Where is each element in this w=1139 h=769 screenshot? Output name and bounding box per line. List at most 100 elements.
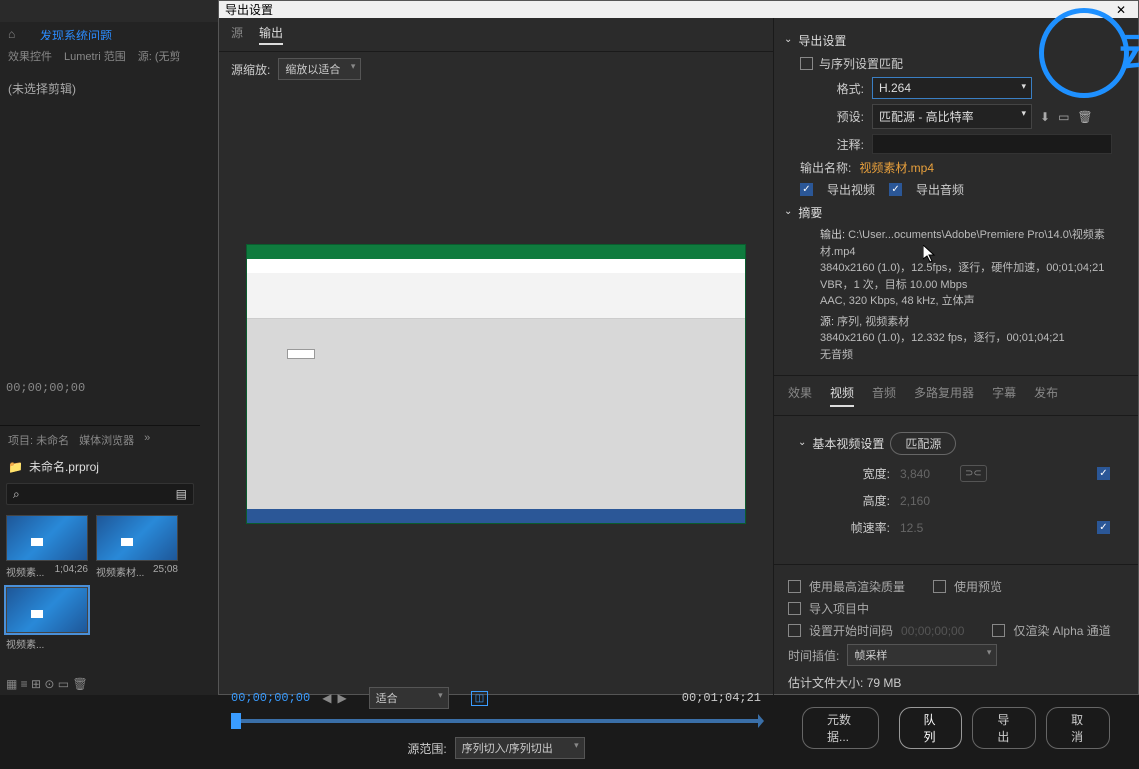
width-value[interactable]: 3,840 bbox=[900, 467, 930, 481]
max-render-label: 使用最高渲染质量 bbox=[809, 578, 905, 595]
start-tc-label: 设置开始时间码 bbox=[809, 622, 893, 639]
project-search[interactable]: ⌕ ▤ bbox=[6, 483, 194, 505]
more-tabs[interactable]: » bbox=[144, 432, 150, 448]
source-scale-dropdown[interactable]: 缩放以适合 bbox=[278, 58, 361, 80]
preview-tab-output[interactable]: 输出 bbox=[259, 24, 283, 45]
tab-audio[interactable]: 音频 bbox=[872, 384, 896, 407]
est-size-label: 估计文件大小: bbox=[788, 676, 863, 690]
import-preset-icon[interactable]: ⬇ bbox=[1040, 110, 1050, 124]
match-source-button[interactable]: 匹配源 bbox=[890, 432, 956, 455]
dialog-titlebar[interactable]: 导出设置 ✕ bbox=[219, 1, 1138, 18]
max-render-checkbox[interactable] bbox=[788, 580, 801, 593]
timecode-out[interactable]: 00;01;04;21 bbox=[682, 691, 761, 705]
output-name-link[interactable]: 视频素材.mp4 bbox=[859, 159, 934, 176]
alpha-only-label: 仅渲染 Alpha 通道 bbox=[1013, 622, 1110, 639]
clip-name: 视频素... bbox=[6, 636, 44, 651]
preset-dropdown[interactable]: 匹配源 - 高比特率 bbox=[872, 104, 1032, 129]
width-match-checkbox[interactable]: ✓ bbox=[1097, 467, 1110, 480]
project-filename: 未命名.prproj bbox=[29, 458, 99, 475]
cancel-button[interactable]: 取消 bbox=[1046, 707, 1110, 749]
output-name-label: 输出名称: bbox=[800, 159, 851, 176]
search-icon: ⌕ bbox=[13, 487, 20, 502]
export-audio-label: 导出音频 bbox=[916, 181, 964, 198]
width-label: 宽度: bbox=[848, 465, 890, 482]
clip-name: 视频素材... bbox=[96, 564, 144, 579]
alpha-only-checkbox[interactable] bbox=[992, 624, 1005, 637]
scrub-bar[interactable] bbox=[231, 719, 761, 723]
preview-tab-source[interactable]: 源 bbox=[231, 24, 243, 45]
tab-mux[interactable]: 多路复用器 bbox=[914, 384, 974, 407]
queue-button[interactable]: 队列 bbox=[899, 707, 963, 749]
match-sequence-checkbox[interactable] bbox=[800, 57, 813, 70]
fps-match-checkbox[interactable]: ✓ bbox=[1097, 521, 1110, 534]
clip-duration: 1;04;26 bbox=[55, 564, 88, 579]
no-clip-selected-label: (未选择剪辑) bbox=[0, 72, 218, 105]
tab-publish[interactable]: 发布 bbox=[1034, 384, 1058, 407]
panel-tab-source[interactable]: 源: (无剪 bbox=[138, 48, 181, 64]
source-scale-label: 源缩放: bbox=[231, 61, 270, 78]
tab-video[interactable]: 视频 bbox=[830, 384, 854, 407]
summary-block: 输出: C:\User...ocuments\Adobe\Premiere Pr… bbox=[820, 227, 1124, 363]
height-value[interactable]: 2,160 bbox=[900, 494, 930, 508]
preview-content bbox=[246, 244, 746, 524]
source-range-label: 源范围: bbox=[407, 740, 446, 757]
prev-frame-icon[interactable]: ◀ bbox=[322, 691, 331, 705]
import-project-label: 导入项目中 bbox=[809, 600, 869, 617]
project-clip[interactable]: 视频素... 1;04;26 bbox=[6, 515, 88, 579]
export-button[interactable]: 导出 bbox=[972, 707, 1036, 749]
comment-label: 注释: bbox=[814, 136, 864, 153]
tab-caption[interactable]: 字幕 bbox=[992, 384, 1016, 407]
dialog-title: 导出设置 bbox=[225, 1, 273, 18]
format-dropdown[interactable]: H.264 bbox=[872, 77, 1032, 99]
est-size-value: 79 MB bbox=[867, 676, 902, 690]
timecode-display: 00;00;00;00 bbox=[6, 381, 85, 395]
fps-label: 帧速率: bbox=[848, 519, 890, 536]
project-footer-icons[interactable]: ▦ ≡ ⊞ ⊙ ▭ 🗑 bbox=[6, 677, 194, 691]
metadata-button[interactable]: 元数据... bbox=[802, 707, 879, 749]
scrub-handle[interactable] bbox=[231, 713, 241, 729]
use-preview-label: 使用预览 bbox=[954, 578, 1002, 595]
source-range-dropdown[interactable]: 序列切入/序列切出 bbox=[455, 737, 585, 759]
link-dimensions-icon[interactable]: ⊃⊂ bbox=[960, 465, 987, 482]
tab-effects[interactable]: 效果 bbox=[788, 384, 812, 407]
export-settings-dialog: 导出设置 ✕ 源 输出 源缩放: 缩放以适合 bbox=[218, 0, 1139, 695]
summary-header[interactable]: 摘要 bbox=[784, 204, 1124, 221]
export-audio-checkbox[interactable]: ✓ bbox=[889, 183, 902, 196]
timecode-in[interactable]: 00;00;00;00 bbox=[231, 691, 310, 705]
project-tab[interactable]: 项目: 未命名 bbox=[8, 432, 69, 448]
clip-name: 视频素... bbox=[6, 564, 44, 579]
time-interp-label: 时间插值: bbox=[788, 647, 839, 664]
search-input[interactable] bbox=[20, 488, 176, 500]
format-label: 格式: bbox=[814, 80, 864, 97]
close-icon[interactable]: ✕ bbox=[1110, 3, 1132, 17]
time-interp-dropdown[interactable]: 帧采样 bbox=[847, 644, 997, 666]
panel-tab-effects[interactable]: 效果控件 bbox=[8, 48, 52, 64]
preview-viewport bbox=[219, 86, 773, 681]
export-settings-header[interactable]: 导出设置 bbox=[784, 32, 1124, 49]
media-browser-tab[interactable]: 媒体浏览器 bbox=[79, 432, 134, 448]
project-clip[interactable]: 视频素材... 25;08 bbox=[96, 515, 178, 579]
comment-input[interactable] bbox=[872, 134, 1112, 154]
match-sequence-label: 与序列设置匹配 bbox=[819, 55, 903, 72]
height-label: 高度: bbox=[848, 492, 890, 509]
preview-fit-dropdown[interactable]: 适合 bbox=[369, 687, 449, 709]
start-tc-value: 00;00;00;00 bbox=[901, 624, 964, 638]
export-video-checkbox[interactable]: ✓ bbox=[800, 183, 813, 196]
preset-label: 预设: bbox=[814, 108, 864, 125]
start-tc-checkbox[interactable] bbox=[788, 624, 801, 637]
next-frame-icon[interactable]: ▶ bbox=[337, 691, 346, 705]
export-video-label: 导出视频 bbox=[827, 181, 875, 198]
clip-duration: 25;08 bbox=[153, 564, 178, 579]
project-panel: 项目: 未命名 媒体浏览器 » 📁 未命名.prproj ⌕ ▤ 视频素... 1… bbox=[0, 425, 200, 695]
import-project-checkbox[interactable] bbox=[788, 602, 801, 615]
folder-icon: 📁 bbox=[8, 460, 23, 474]
save-preset-icon[interactable]: ▭ bbox=[1058, 110, 1069, 124]
use-preview-checkbox[interactable] bbox=[933, 580, 946, 593]
filter-icon[interactable]: ▤ bbox=[176, 487, 187, 501]
fps-value[interactable]: 12.5 bbox=[900, 521, 923, 535]
basic-video-header[interactable]: 基本视频设置 匹配源 bbox=[798, 432, 1110, 455]
project-clip[interactable]: 视频素... bbox=[6, 587, 88, 651]
crop-icon[interactable]: ◫ bbox=[471, 691, 488, 706]
delete-preset-icon[interactable]: 🗑 bbox=[1077, 110, 1092, 124]
panel-tab-lumetri[interactable]: Lumetri 范围 bbox=[64, 48, 126, 64]
